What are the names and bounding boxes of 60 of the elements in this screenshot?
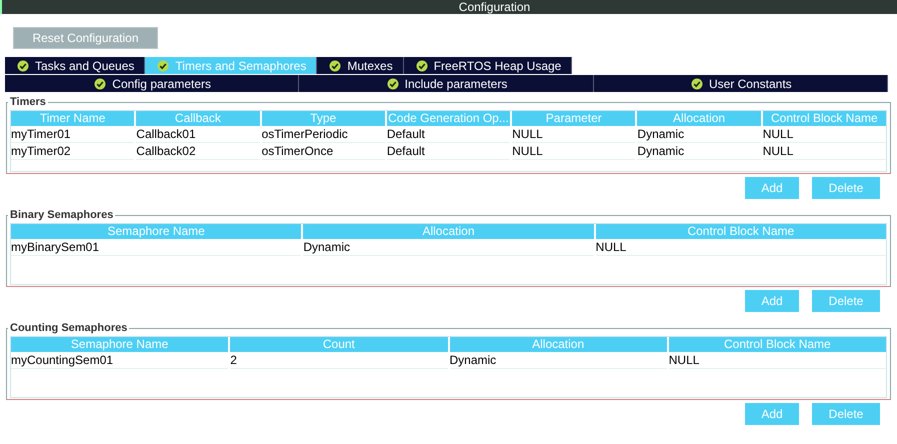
- section-title: Counting Semaphores: [9, 322, 128, 334]
- delete-button[interactable]: Delete: [812, 177, 880, 199]
- add-button[interactable]: Add: [745, 403, 799, 425]
- table-cell: NULL: [596, 240, 886, 256]
- table-cell: Default: [386, 127, 510, 143]
- table-cell: NULL: [762, 127, 886, 143]
- tab[interactable]: FreeRTOS Heap Usage: [404, 57, 572, 74]
- column-header[interactable]: Allocation: [450, 337, 667, 352]
- tab[interactable]: Timers and Semaphores: [145, 57, 318, 74]
- column-header[interactable]: Semaphore Name: [11, 337, 228, 352]
- tab[interactable]: Include parameters: [299, 75, 594, 92]
- table-cell: osTimerOnce: [262, 144, 385, 160]
- column-header[interactable]: Code Generation Op...: [386, 111, 510, 126]
- section-title: Timers: [9, 96, 47, 108]
- table-cell: myTimer01: [11, 127, 134, 143]
- check-icon: [329, 60, 342, 72]
- table-cell: Dynamic: [637, 144, 761, 160]
- column-header[interactable]: Control Block Name: [596, 224, 886, 239]
- reset-button[interactable]: Reset Configuration: [13, 27, 158, 49]
- tab[interactable]: User Constants: [594, 75, 888, 92]
- table-cell: Callback01: [136, 127, 260, 143]
- table-cell: osTimerPeriodic: [262, 127, 385, 143]
- table-cell: Dynamic: [450, 353, 667, 369]
- section-title: Binary Semaphores: [9, 209, 114, 221]
- column-header[interactable]: Allocation: [637, 111, 761, 126]
- table-cell: NULL: [512, 144, 636, 160]
- table-cell: NULL: [512, 127, 636, 143]
- check-icon: [157, 60, 170, 72]
- column-header[interactable]: Callback: [136, 111, 260, 126]
- table-cell: NULL: [762, 144, 886, 160]
- tab[interactable]: Tasks and Queues: [5, 57, 146, 74]
- window-title: Configuration: [0, 0, 897, 14]
- delete-button[interactable]: Delete: [812, 403, 880, 425]
- column-header[interactable]: Allocation: [303, 224, 594, 239]
- table-cell: Dynamic: [637, 127, 761, 143]
- column-header[interactable]: Control Block Name: [668, 337, 886, 352]
- check-icon: [94, 78, 106, 90]
- column-header[interactable]: Parameter: [512, 111, 636, 126]
- table-cell: Dynamic: [303, 240, 594, 256]
- table-cell: myBinarySem01: [11, 240, 302, 256]
- table-cell: 2: [230, 353, 448, 369]
- add-button[interactable]: Add: [745, 177, 799, 199]
- table-cell: Default: [386, 144, 510, 160]
- tab[interactable]: Config parameters: [5, 75, 300, 92]
- table-cell: Callback02: [136, 144, 260, 160]
- column-header[interactable]: Type: [262, 111, 385, 126]
- check-icon: [386, 78, 399, 90]
- column-header[interactable]: Timer Name: [11, 111, 134, 126]
- column-header[interactable]: Control Block Name: [762, 111, 886, 126]
- table-cell: myCountingSem01: [11, 353, 228, 369]
- column-header[interactable]: Count: [230, 337, 448, 352]
- tab[interactable]: Mutexes: [317, 57, 404, 74]
- add-button[interactable]: Add: [745, 290, 799, 312]
- table-cell: NULL: [668, 353, 886, 369]
- column-header[interactable]: Semaphore Name: [11, 224, 302, 239]
- check-icon: [416, 60, 428, 72]
- check-icon: [690, 78, 703, 90]
- delete-button[interactable]: Delete: [812, 290, 880, 312]
- check-icon: [17, 60, 29, 72]
- table-cell: myTimer02: [11, 144, 134, 160]
